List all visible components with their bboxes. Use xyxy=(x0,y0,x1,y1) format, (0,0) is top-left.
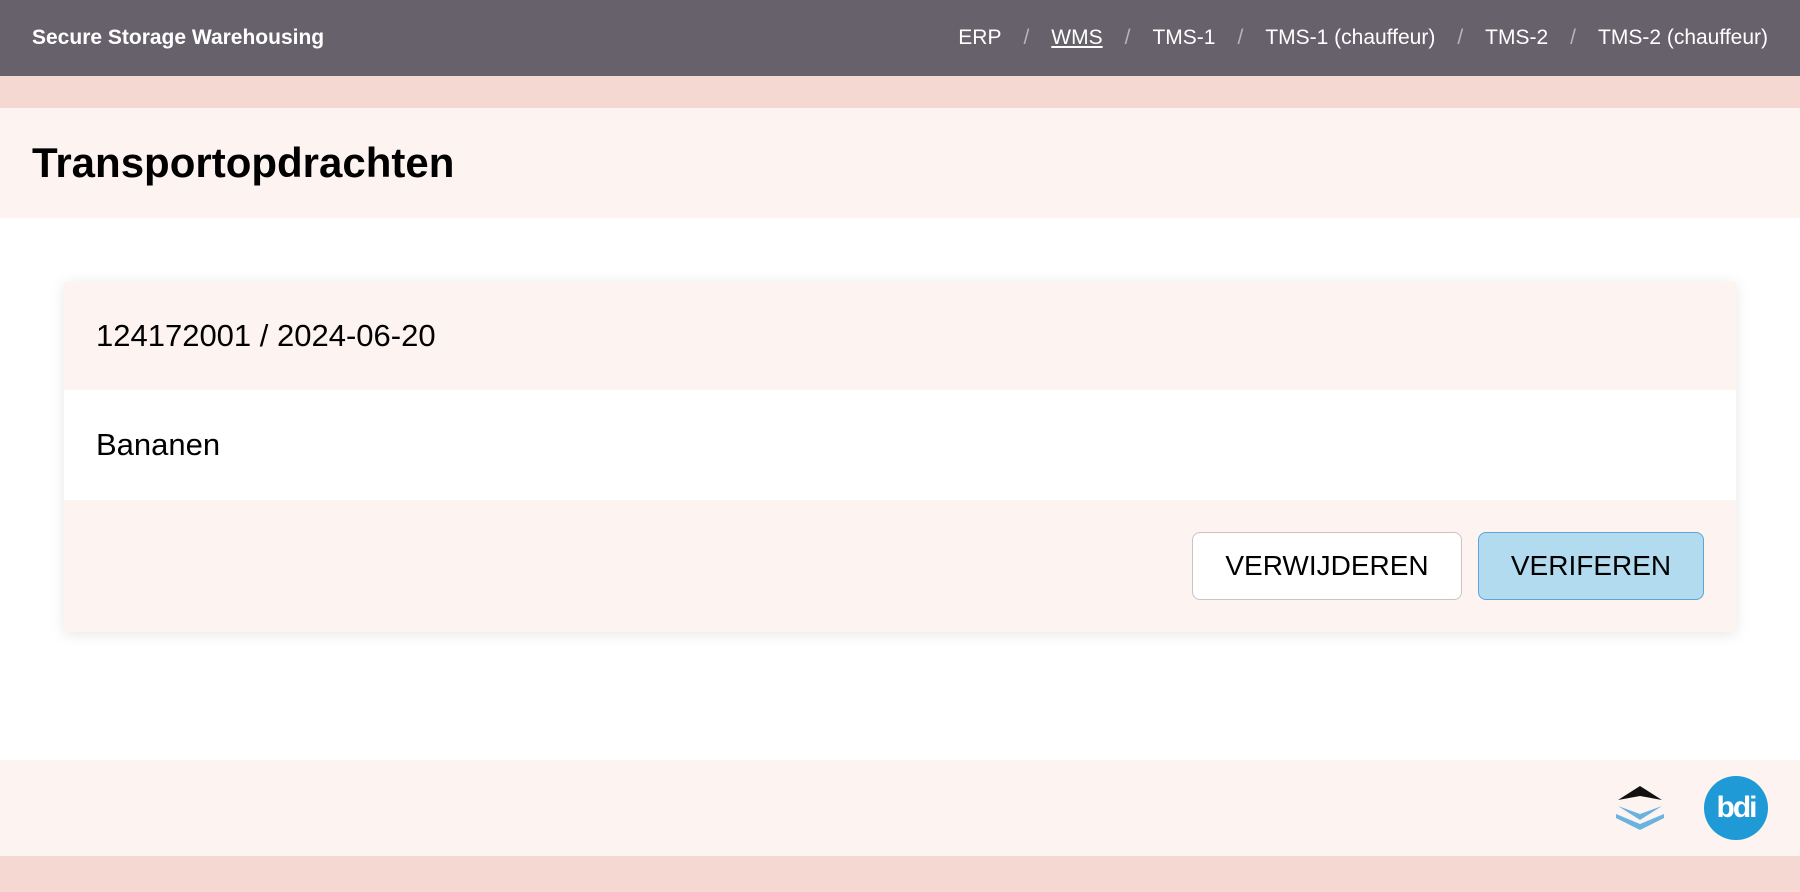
transport-order-card: 124172001 / 2024-06-20 Bananen VERWIJDER… xyxy=(64,282,1736,632)
layers-logo-icon xyxy=(1616,786,1664,830)
footer: bdi xyxy=(0,760,1800,856)
top-decorative-band xyxy=(0,76,1800,108)
nav-link-tms-1[interactable]: TMS-1 xyxy=(1152,26,1215,50)
order-heading: 124172001 / 2024-06-20 xyxy=(64,282,1736,390)
nav-separator: / xyxy=(1457,26,1464,49)
nav-link-tms-2[interactable]: TMS-2 xyxy=(1485,26,1548,50)
nav-separator: / xyxy=(1570,26,1576,49)
bdi-logo-text: bdi xyxy=(1716,791,1758,824)
nav-link-wms[interactable]: WMS xyxy=(1051,26,1102,50)
card-actions: VERWIJDEREN VERIFEREN xyxy=(64,500,1736,632)
nav-link-tms-2-chauffeur[interactable]: TMS-2 (chauffeur) xyxy=(1598,26,1768,50)
bottom-decorative-band xyxy=(0,856,1800,892)
brand-title: Secure Storage Warehousing xyxy=(32,26,325,49)
nav-link-erp[interactable]: ERP xyxy=(958,26,1001,50)
nav-separator: / xyxy=(1237,26,1244,49)
verify-button[interactable]: VERIFEREN xyxy=(1478,532,1704,600)
nav-link-tms-1-chauffeur[interactable]: TMS-1 (chauffeur) xyxy=(1265,26,1435,50)
nav-separator: / xyxy=(1124,26,1131,49)
page-title-bar: Transportopdrachten xyxy=(0,108,1800,218)
top-navigation-bar: Secure Storage Warehousing ERP / WMS / T… xyxy=(0,0,1800,76)
delete-button[interactable]: VERWIJDEREN xyxy=(1192,532,1462,600)
nav-separator: / xyxy=(1023,26,1030,49)
main-nav: ERP / WMS / TMS-1 / TMS-1 (chauffeur) / … xyxy=(958,26,1768,50)
bdi-logo-icon: bdi xyxy=(1704,776,1768,840)
order-description: Bananen xyxy=(64,390,1736,500)
page-title: Transportopdrachten xyxy=(32,139,455,186)
